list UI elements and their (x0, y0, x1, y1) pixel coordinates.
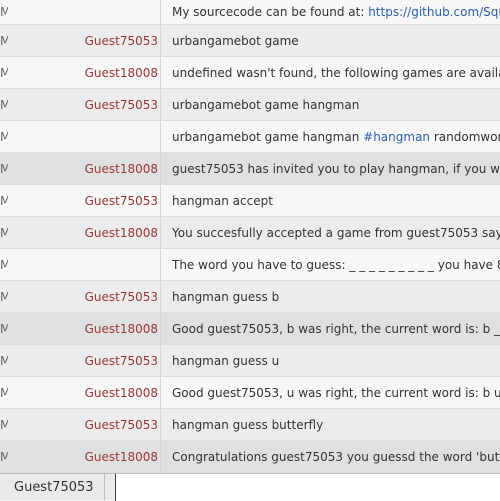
message-row: M The word you have to guess: _ _ _ _ _ _… (0, 249, 500, 281)
input-bar: Guest75053 (0, 473, 500, 501)
message-text-part: My sourcecode can be found at: (172, 5, 369, 19)
message-text: urbangamebot game hangman #hangman rando… (164, 130, 500, 144)
column-divider (160, 281, 161, 312)
message-timestamp: M (0, 5, 8, 19)
message-text-part: hangman guess b (172, 289, 280, 304)
column-divider (160, 89, 161, 120)
column-divider (160, 217, 161, 248)
message-text-part: undefined wasn't found, the following ga… (172, 65, 500, 80)
message-nick[interactable]: Guest18008 (8, 450, 164, 464)
message-text: Good guest75053, u was right, the curren… (164, 386, 500, 400)
message-text: hangman guess u (164, 354, 279, 368)
message-nick[interactable]: Guest75053 (8, 418, 164, 432)
message-row: M Guest75053 hangman guess b (0, 281, 500, 313)
column-divider (160, 57, 161, 88)
message-text: hangman guess butterfly (164, 418, 323, 432)
message-text-part: urbangamebot game hangman (172, 97, 360, 112)
column-divider (160, 345, 161, 376)
message-nick[interactable]: Guest75053 (8, 34, 164, 48)
column-divider (160, 313, 161, 344)
chat-log: M My sourcecode can be found at: https://… (0, 0, 500, 473)
message-timestamp: M (0, 161, 8, 176)
message-text: guest75053 has invited you to play hangm… (164, 162, 500, 176)
message-text-part: You succesfully accepted a game from gue… (172, 225, 500, 240)
message-text-part: Good guest75053, u was right, the curren… (172, 385, 500, 400)
message-text: My sourcecode can be found at: https://g… (164, 5, 500, 19)
message-text-part: The word you have to guess: _ _ _ _ _ _ … (172, 257, 500, 272)
message-timestamp: M (0, 257, 8, 272)
message-nick[interactable]: Guest75053 (8, 194, 164, 208)
message-link[interactable]: #hangman (363, 130, 430, 144)
message-text: Good guest75053, b was right, the curren… (164, 322, 500, 336)
message-text: undefined wasn't found, the following ga… (164, 66, 500, 80)
column-divider (160, 153, 161, 184)
message-nick[interactable]: Guest18008 (8, 66, 164, 80)
message-nick[interactable]: Guest75053 (8, 290, 164, 304)
current-nick-label[interactable]: Guest75053 (0, 474, 105, 500)
message-text: Congratulations guest75053 you guessd th… (164, 450, 500, 464)
message-timestamp: M (0, 97, 8, 112)
message-nick[interactable]: Guest18008 (8, 386, 164, 400)
message-nick[interactable]: Guest75053 (8, 354, 164, 368)
column-divider (160, 185, 161, 216)
message-timestamp: M (0, 129, 8, 144)
message-row: M Guest18008 You succesfully accepted a ga… (0, 217, 500, 249)
message-row: M Guest75053 urbangamebot game hangman (0, 89, 500, 121)
message-link[interactable]: https://github.com/Squar (368, 5, 500, 19)
message-timestamp: M (0, 33, 8, 48)
message-text-part: guest75053 has invited you to play hangm… (172, 161, 500, 176)
message-row: Murbangamebot game hangman #hangman rand… (0, 121, 500, 153)
message-timestamp: M (0, 417, 8, 432)
message-timestamp: M (0, 449, 8, 464)
message-row: M Guest75053 hangman guess u (0, 345, 500, 377)
message-timestamp: M (0, 321, 8, 336)
column-divider (160, 0, 161, 24)
message-timestamp: M (0, 65, 8, 80)
column-divider (160, 249, 161, 280)
message-row: M My sourcecode can be found at: https://… (0, 0, 500, 25)
message-text-part: urbangamebot game (172, 33, 299, 48)
message-text: urbangamebot game hangman (164, 98, 359, 112)
message-timestamp: M (0, 225, 8, 240)
message-row: M Guest18008 Congratulations guest75053 yo… (0, 441, 500, 473)
message-text: hangman accept (164, 194, 273, 208)
message-row: M Guest18008 undefined wasn't found, the f… (0, 57, 500, 89)
message-nick[interactable]: Guest18008 (8, 322, 164, 336)
message-text-part: Congratulations guest75053 you guessd th… (172, 449, 500, 464)
message-row: M Guest18008 guest75053 has invited you to… (0, 153, 500, 185)
message-text: The word you have to guess: _ _ _ _ _ _ … (164, 258, 500, 272)
message-timestamp: M (0, 289, 8, 304)
message-text-part: Good guest75053, b was right, the curren… (172, 321, 500, 336)
message-text: urbangamebot game (164, 34, 299, 48)
message-input[interactable] (114, 473, 500, 501)
message-nick[interactable]: Guest18008 (8, 226, 164, 240)
message-text-part: randomword (433, 129, 500, 144)
column-divider (160, 377, 161, 408)
message-row: M Guest75053 urbangamebot game (0, 25, 500, 57)
message-timestamp: M (0, 193, 8, 208)
message-text-part: hangman guess butterfly (172, 417, 324, 432)
message-row: M Guest75053 hangman guess butterfly (0, 409, 500, 441)
message-text-part: urbangamebot game hangman (172, 129, 364, 144)
column-divider (160, 25, 161, 56)
column-divider (160, 441, 161, 472)
message-row: M Guest18008 Good guest75053, u was right,… (0, 377, 500, 409)
message-row: M Guest75053 hangman accept (0, 185, 500, 217)
message-nick[interactable]: Guest18008 (8, 162, 164, 176)
message-text-part: hangman guess u (172, 353, 280, 368)
message-row: M Guest18008 Good guest75053, b was right,… (0, 313, 500, 345)
message-text: hangman guess b (164, 290, 279, 304)
message-nick[interactable]: Guest75053 (8, 98, 164, 112)
message-text-part: hangman accept (172, 193, 273, 208)
message-text: You succesfully accepted a game from gue… (164, 226, 500, 240)
column-divider (160, 409, 161, 440)
message-timestamp: M (0, 385, 8, 400)
message-timestamp: M (0, 353, 8, 368)
column-divider (160, 121, 161, 152)
